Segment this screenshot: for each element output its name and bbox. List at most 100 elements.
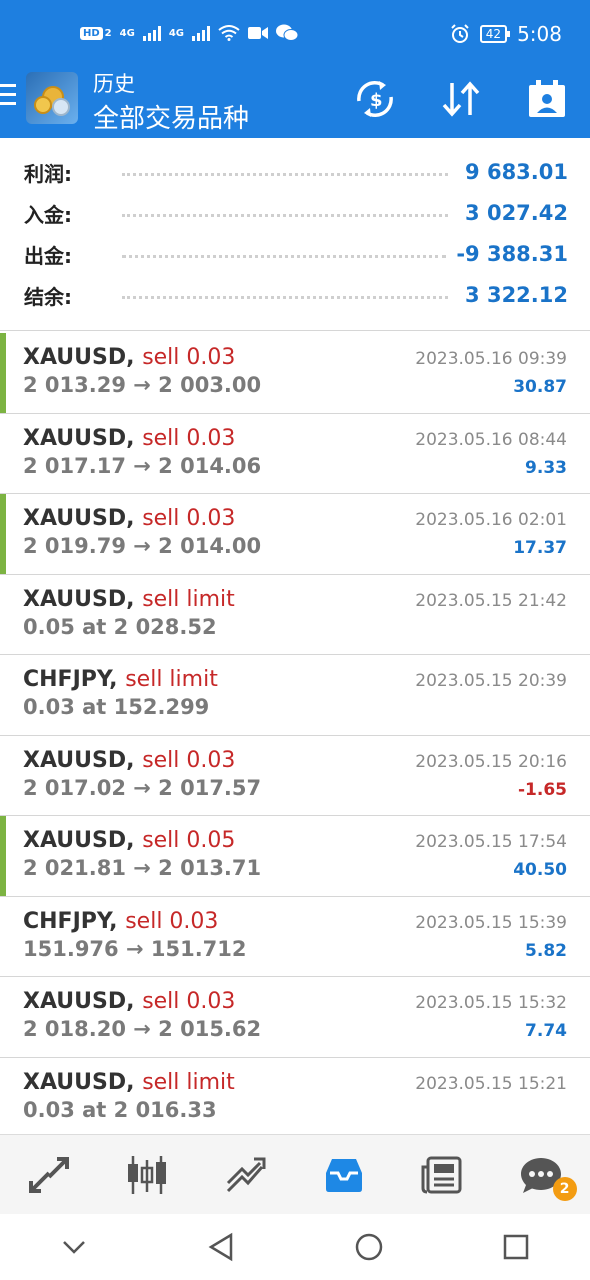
- summary-row-profit: 利润: 9 683.01: [24, 154, 568, 190]
- trade-action: sell 0.03: [142, 989, 236, 1014]
- summary-value: 3 322.12: [465, 283, 568, 307]
- trade-action: sell 0.03: [142, 506, 236, 531]
- system-nav-bar: [0, 1214, 590, 1280]
- trade-symbol: XAUUSD,: [23, 345, 135, 370]
- quotes-icon: [29, 1156, 70, 1193]
- trade-title: XAUUSD, sell 0.03: [23, 426, 235, 451]
- nav-quotes[interactable]: [0, 1135, 98, 1214]
- trade-title: XAUUSD, sell 0.03: [23, 748, 235, 773]
- summary-label: 结余:: [24, 284, 72, 309]
- trade-row[interactable]: XAUUSD, sell 0.05 2 021.81 → 2 013.71 2023…: [0, 816, 590, 897]
- position-marker: [0, 816, 6, 896]
- trade-row[interactable]: XAUUSD, sell 0.03 2 013.29 → 2 003.00 2023…: [0, 333, 590, 414]
- chevron-down-icon: [62, 1241, 85, 1254]
- page-title: 历史: [93, 72, 135, 96]
- trade-row[interactable]: XAUUSD, sell 0.03 2 017.02 → 2 017.57 2023…: [0, 736, 590, 816]
- trade-time: 2023.05.15 21:42: [415, 590, 567, 611]
- status-time: 5:08: [517, 22, 562, 46]
- summary-panel: 利润: 9 683.01 入金: 3 027.42 出金: -9 388.31 …: [0, 138, 590, 331]
- chart-icon: [128, 1155, 167, 1194]
- sys-back-button[interactable]: [148, 1214, 296, 1280]
- chat-badge: 2: [552, 1177, 577, 1201]
- trade-time: 2023.05.16 09:39: [415, 349, 567, 369]
- trade-profit: 9.33: [525, 457, 567, 478]
- period-button[interactable]: [524, 76, 570, 122]
- menu-icon[interactable]: [0, 84, 16, 108]
- summary-row-deposit: 入金: 3 027.42: [24, 195, 568, 231]
- trade-action: sell 0.03: [142, 747, 236, 773]
- trade-detail: 2 021.81 → 2 013.71: [23, 856, 262, 880]
- trade-profit: 30.87: [513, 377, 567, 397]
- currency-exchange-icon: $: [357, 81, 393, 117]
- wechat-icon: [275, 24, 298, 41]
- trade-title: XAUUSD, sell 0.03: [23, 345, 235, 370]
- sim-badge: 2: [104, 27, 112, 39]
- summary-label: 利润:: [24, 161, 72, 186]
- trade-time: 2023.05.16 02:01: [415, 510, 567, 530]
- trade-row[interactable]: XAUUSD, sell 0.03 2 017.17 → 2 014.06 2023…: [0, 414, 590, 494]
- nav-news[interactable]: [393, 1135, 491, 1214]
- position-marker: [0, 333, 6, 413]
- trade-action: sell 0.03: [125, 908, 219, 934]
- status-right: 42 5:08: [450, 22, 562, 46]
- history-list[interactable]: XAUUSD, sell 0.03 2 013.29 → 2 003.00 2023…: [0, 333, 590, 1134]
- sys-collapse-button[interactable]: [0, 1214, 148, 1280]
- sys-recents-button[interactable]: [443, 1214, 590, 1280]
- symbol-filter[interactable]: 全部交易品种: [93, 98, 249, 135]
- trade-detail: 2 013.29 → 2 003.00: [23, 373, 262, 397]
- position-marker: [0, 494, 6, 574]
- trade-title: XAUUSD, sell 0.03: [23, 506, 235, 531]
- trade-symbol: XAUUSD,: [23, 989, 135, 1014]
- trade-action: sell 0.03: [142, 425, 236, 451]
- hd-label: HD: [80, 26, 103, 40]
- nav-trade[interactable]: [197, 1135, 295, 1214]
- nav-chat[interactable]: 2: [492, 1135, 590, 1214]
- nav-chart[interactable]: [98, 1135, 196, 1214]
- net-label-1: 4G: [119, 27, 135, 39]
- trade-icon: [226, 1157, 266, 1192]
- trade-title: XAUUSD, sell 0.03: [23, 989, 235, 1014]
- trade-detail: 2 017.02 → 2 017.57: [23, 775, 262, 800]
- summary-value: -9 388.31: [456, 242, 568, 266]
- trade-detail: 2 017.17 → 2 014.06: [23, 453, 262, 478]
- nav-history[interactable]: [295, 1135, 393, 1214]
- news-icon: [421, 1156, 462, 1193]
- trade-action: sell limit: [125, 667, 218, 692]
- trade-action: sell 0.03: [142, 345, 236, 370]
- signal-icon-2: [191, 25, 210, 41]
- signal-icon: [142, 25, 161, 41]
- trade-title: XAUUSD, sell limit: [23, 587, 235, 612]
- trade-time: 2023.05.15 20:16: [415, 751, 567, 772]
- trade-time: 2023.05.15 20:39: [415, 671, 567, 691]
- trade-title: CHFJPY, sell 0.03: [23, 909, 218, 934]
- app-header: 历史 全部交易品种 $: [0, 62, 590, 138]
- trade-row[interactable]: CHFJPY, sell 0.03 151.976 → 151.712 2023.0…: [0, 897, 590, 977]
- trade-time: 2023.05.15 15:39: [415, 912, 567, 933]
- bottom-nav: 2: [0, 1134, 590, 1214]
- summary-label: 出金:: [24, 243, 72, 268]
- trade-time: 2023.05.16 08:44: [415, 429, 567, 450]
- trade-symbol: XAUUSD,: [23, 586, 135, 612]
- home-circle-icon: [355, 1233, 382, 1261]
- trade-title: CHFJPY, sell limit: [23, 667, 218, 692]
- currency-exchange-button[interactable]: $: [352, 76, 398, 122]
- trade-detail: 151.976 → 151.712: [23, 936, 247, 961]
- trade-symbol: CHFJPY,: [23, 908, 118, 934]
- sort-button[interactable]: [438, 76, 484, 122]
- back-triangle-icon: [208, 1232, 233, 1262]
- trade-row[interactable]: XAUUSD, sell limit 0.05 at 2 028.52 2023.0…: [0, 575, 590, 655]
- trade-symbol: XAUUSD,: [23, 506, 135, 531]
- video-icon: [247, 27, 268, 39]
- summary-row-balance: 结余: 3 322.12: [24, 277, 568, 313]
- trade-profit: -1.65: [518, 779, 567, 800]
- trade-symbol: XAUUSD,: [23, 828, 135, 853]
- trade-profit: 40.50: [513, 860, 567, 880]
- sys-home-button[interactable]: [295, 1214, 443, 1280]
- trade-row[interactable]: CHFJPY, sell limit 0.03 at 152.299 2023.05…: [0, 655, 590, 736]
- wifi-icon: [218, 25, 240, 41]
- trade-profit: 7.74: [525, 1021, 567, 1041]
- net-label-2: 4G: [168, 27, 184, 39]
- trade-row[interactable]: XAUUSD, sell 0.03 2 019.79 → 2 014.00 2023…: [0, 494, 590, 575]
- trade-row[interactable]: XAUUSD, sell limit 0.03 at 2 016.33 2023.0…: [0, 1058, 590, 1135]
- trade-row[interactable]: XAUUSD, sell 0.03 2 018.20 → 2 015.62 2023…: [0, 977, 590, 1058]
